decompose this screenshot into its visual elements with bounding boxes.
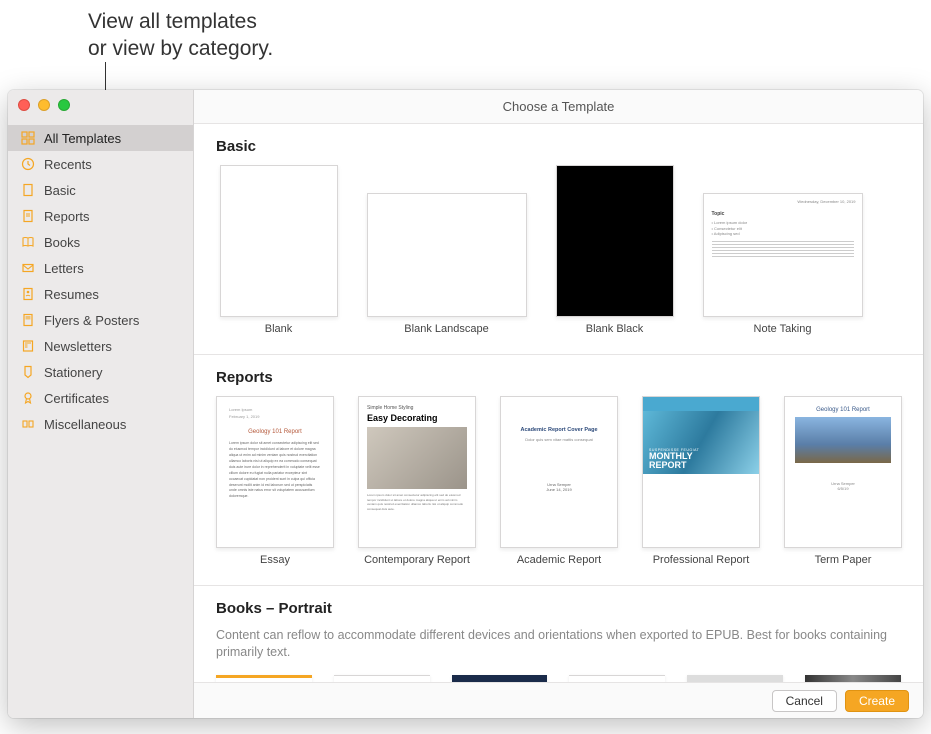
sidebar-item-basic[interactable]: Basic xyxy=(8,177,193,203)
stationery-icon xyxy=(20,364,36,380)
sidebar-item-all-templates[interactable]: All Templates xyxy=(8,125,193,151)
section-books: Books – Portrait Content can reflow to a… xyxy=(194,586,923,682)
sidebar-item-label: Books xyxy=(44,235,80,250)
template-blank[interactable]: Blank xyxy=(216,165,341,336)
sidebar-item-label: Reports xyxy=(44,209,90,224)
template-label: Academic Report xyxy=(517,554,601,567)
newsletter-icon xyxy=(20,338,36,354)
template-book[interactable] xyxy=(569,675,665,682)
window-controls xyxy=(8,90,193,119)
section-heading: Books – Portrait xyxy=(194,600,923,627)
template-label: Note Taking xyxy=(754,323,812,336)
section-basic: Basic Blank Blank Landscape Blank Black xyxy=(194,124,923,355)
template-essay[interactable]: Lorem IpsumFebruary 1, 2019 Geology 101 … xyxy=(216,396,334,567)
close-icon[interactable] xyxy=(18,99,30,111)
template-contemporary-report[interactable]: Simple Home Styling Easy Decorating Lore… xyxy=(358,396,476,567)
sidebar-item-newsletters[interactable]: Newsletters xyxy=(8,333,193,359)
template-label: Blank xyxy=(265,323,293,336)
sidebar-item-letters[interactable]: Letters xyxy=(8,255,193,281)
sidebar-item-label: Resumes xyxy=(44,287,99,302)
template-thumbnail: SUSPENDISSE FEUGIATMONTHLYREPORT xyxy=(642,396,760,548)
page-icon xyxy=(20,182,36,198)
sidebar-item-certificates[interactable]: Certificates xyxy=(8,385,193,411)
letter-icon xyxy=(20,260,36,276)
template-label: Contemporary Report xyxy=(364,554,470,567)
template-blank-landscape[interactable]: Blank Landscape xyxy=(365,165,528,336)
section-reports: Reports Lorem IpsumFebruary 1, 2019 Geol… xyxy=(194,355,923,586)
template-thumbnail: Lorem IpsumFebruary 1, 2019 Geology 101 … xyxy=(216,396,334,548)
section-heading: Reports xyxy=(194,369,923,396)
flyer-icon xyxy=(20,312,36,328)
template-grid[interactable]: Basic Blank Blank Landscape Blank Black xyxy=(194,124,923,682)
template-thumbnail: Simple Home Styling Easy Decorating Lore… xyxy=(358,396,476,548)
sidebar-item-label: Letters xyxy=(44,261,84,276)
misc-icon xyxy=(20,416,36,432)
template-label: Blank Landscape xyxy=(404,323,488,336)
sidebar-item-label: Certificates xyxy=(44,391,109,406)
thumb-title: MONTHLYREPORT xyxy=(649,451,693,470)
template-term-paper[interactable]: Geology 101 Report Urna Semper6/5/19 Ter… xyxy=(784,396,902,567)
thumb-title: Geology 101 Report xyxy=(795,407,891,413)
sidebar-item-label: Basic xyxy=(44,183,76,198)
template-blank-black[interactable]: Blank Black xyxy=(552,165,677,336)
grid-icon xyxy=(20,130,36,146)
sidebar-item-flyers[interactable]: Flyers & Posters xyxy=(8,307,193,333)
thumb-subtitle: Simple Home Styling xyxy=(367,405,467,411)
sidebar-item-recents[interactable]: Recents xyxy=(8,151,193,177)
thumb-title: Geology 101 Report xyxy=(229,427,321,437)
create-button[interactable]: Create xyxy=(845,690,909,712)
sidebar-list: All Templates Recents Basic Reports Book… xyxy=(8,119,193,443)
template-thumbnail xyxy=(220,165,338,317)
section-heading: Basic xyxy=(194,138,923,165)
template-book[interactable] xyxy=(334,675,430,682)
template-thumbnail: Geology 101 Report Urna Semper6/5/19 xyxy=(784,396,902,548)
sidebar-item-stationery[interactable]: Stationery xyxy=(8,359,193,385)
zoom-icon[interactable] xyxy=(58,99,70,111)
template-professional-report[interactable]: SUSPENDISSE FEUGIATMONTHLYREPORT Profess… xyxy=(642,396,760,567)
footer: Cancel Create xyxy=(194,682,923,718)
template-book[interactable] xyxy=(687,675,783,682)
thumb-date: Wednesday, December 10, 2019 xyxy=(704,194,862,204)
template-thumbnail: Academic Report Cover Page Dolor quis se… xyxy=(500,396,618,548)
sidebar-item-books[interactable]: Books xyxy=(8,229,193,255)
section-description: Content can reflow to accommodate differ… xyxy=(194,627,923,669)
certificate-icon xyxy=(20,390,36,406)
template-label: Term Paper xyxy=(815,554,872,567)
thumb-title: Easy Decorating xyxy=(367,413,467,423)
sidebar-item-label: Newsletters xyxy=(44,339,112,354)
template-label: Professional Report xyxy=(653,554,750,567)
sidebar-item-label: All Templates xyxy=(44,131,121,146)
minimize-icon[interactable] xyxy=(38,99,50,111)
sidebar-item-label: Flyers & Posters xyxy=(44,313,139,328)
clock-icon xyxy=(20,156,36,172)
template-academic-report[interactable]: Academic Report Cover Page Dolor quis se… xyxy=(500,396,618,567)
sidebar-item-label: Miscellaneous xyxy=(44,417,126,432)
resume-icon xyxy=(20,286,36,302)
sidebar-item-label: Recents xyxy=(44,157,92,172)
template-label: Blank Black xyxy=(586,323,643,336)
template-label: Essay xyxy=(260,554,290,567)
template-book[interactable] xyxy=(216,675,312,682)
cancel-button[interactable]: Cancel xyxy=(772,690,837,712)
sidebar-item-miscellaneous[interactable]: Miscellaneous xyxy=(8,411,193,437)
window-title: Choose a Template xyxy=(194,90,923,124)
thumb-title: Academic Report Cover Page xyxy=(513,427,605,433)
template-chooser-window: All Templates Recents Basic Reports Book… xyxy=(8,90,923,718)
template-thumbnail xyxy=(367,193,527,317)
template-note-taking[interactable]: Wednesday, December 10, 2019 Topic • Lor… xyxy=(701,165,864,336)
template-book[interactable] xyxy=(805,675,901,682)
sidebar: All Templates Recents Basic Reports Book… xyxy=(8,90,194,718)
template-book[interactable] xyxy=(452,675,548,682)
sidebar-item-resumes[interactable]: Resumes xyxy=(8,281,193,307)
template-thumbnail xyxy=(556,165,674,317)
main-panel: Choose a Template Basic Blank Blank Land… xyxy=(194,90,923,718)
sidebar-item-reports[interactable]: Reports xyxy=(8,203,193,229)
sidebar-item-label: Stationery xyxy=(44,365,103,380)
book-icon xyxy=(20,234,36,250)
annotation-callout: View all templates or view by category. xyxy=(88,8,273,63)
report-icon xyxy=(20,208,36,224)
template-thumbnail: Wednesday, December 10, 2019 Topic • Lor… xyxy=(703,193,863,317)
